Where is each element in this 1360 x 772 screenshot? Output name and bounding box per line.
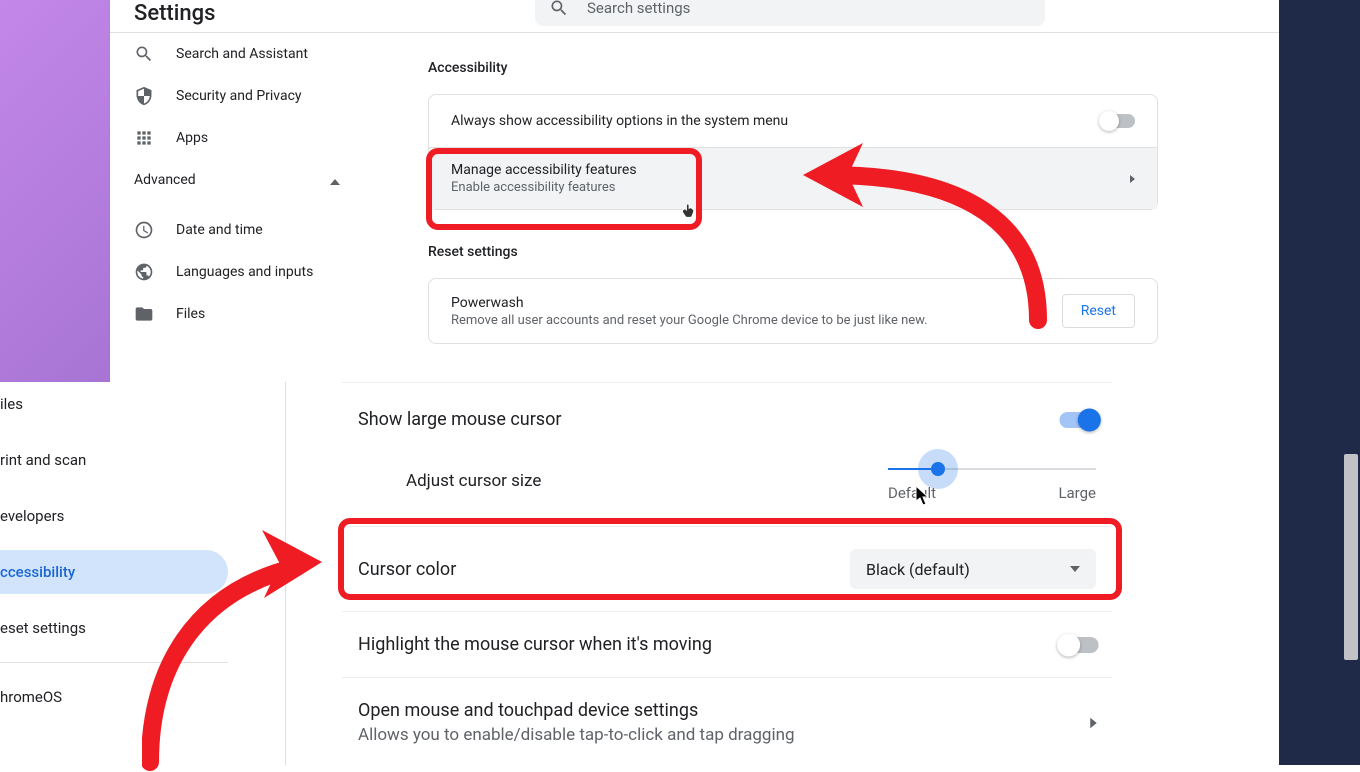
powerwash-row: Powerwash Remove all user accounts and r… bbox=[429, 279, 1157, 343]
globe-icon bbox=[134, 262, 154, 282]
manage-title: Manage accessibility features bbox=[451, 162, 637, 178]
page-title: Settings bbox=[134, 1, 215, 26]
slider-thumb[interactable] bbox=[931, 462, 945, 476]
sidebar-item-apps[interactable]: Apps bbox=[110, 117, 380, 159]
reset-button[interactable]: Reset bbox=[1062, 294, 1135, 328]
hand-cursor-icon bbox=[679, 197, 699, 221]
always-show-label: Always show accessibility options in the… bbox=[451, 113, 788, 129]
sidebar-advanced-toggle[interactable]: Advanced bbox=[110, 159, 380, 201]
sidebar-label: Files bbox=[176, 306, 205, 322]
manage-accessibility-row[interactable]: Manage accessibility features Enable acc… bbox=[429, 147, 1157, 209]
sidebar-item-reset-settings-b[interactable]: eset settings bbox=[0, 606, 228, 650]
open-mouse-title: Open mouse and touchpad device settings bbox=[358, 700, 795, 721]
settings-window-bottom: iles rint and scan evelopers ccessibilit… bbox=[0, 382, 1279, 765]
highlight-row[interactable]: Highlight the mouse cursor when it's mov… bbox=[342, 611, 1112, 677]
sidebar-item-developers[interactable]: evelopers bbox=[0, 494, 228, 538]
sidebar-label: Security and Privacy bbox=[176, 88, 302, 104]
large-cursor-label: Show large mouse cursor bbox=[358, 409, 561, 430]
accessibility-card: Always show accessibility options in the… bbox=[428, 94, 1158, 210]
manage-sub: Enable accessibility features bbox=[451, 180, 637, 195]
adjust-size-label: Adjust cursor size bbox=[406, 471, 541, 491]
folder-icon bbox=[134, 304, 154, 324]
sidebar-item-print-scan[interactable]: rint and scan bbox=[0, 438, 228, 482]
sidebar-item-chromeos[interactable]: hromeOS bbox=[0, 675, 228, 719]
content-bottom: Show large mouse cursor Adjust cursor si… bbox=[342, 382, 1112, 767]
advanced-label: Advanced bbox=[134, 172, 196, 188]
reset-section-title: Reset settings bbox=[428, 244, 1158, 260]
cursor-color-label: Cursor color bbox=[358, 559, 456, 580]
sidebar-bottom: iles rint and scan evelopers ccessibilit… bbox=[0, 382, 228, 719]
open-mouse-sub: Allows you to enable/disable tap-to-clic… bbox=[358, 725, 795, 745]
chevron-up-icon bbox=[330, 175, 340, 185]
search-placeholder: Search settings bbox=[587, 0, 690, 17]
chevron-down-icon bbox=[1070, 566, 1080, 572]
chevron-right-icon bbox=[1130, 175, 1135, 183]
slider-max-label: Large bbox=[1058, 484, 1096, 502]
apps-icon bbox=[134, 128, 154, 148]
sidebar-label: Apps bbox=[176, 130, 208, 146]
sidebar-top: Search and Assistant Security and Privac… bbox=[110, 33, 380, 335]
cursor-color-value: Black (default) bbox=[866, 560, 970, 579]
sidebar-divider bbox=[0, 662, 228, 663]
search-icon bbox=[134, 44, 154, 64]
highlight-toggle[interactable] bbox=[1059, 636, 1098, 652]
sidebar-item-search-assistant[interactable]: Search and Assistant bbox=[110, 33, 380, 75]
powerwash-title: Powerwash bbox=[451, 295, 928, 311]
search-icon bbox=[549, 0, 569, 18]
cursor-color-dropdown[interactable]: Black (default) bbox=[850, 549, 1096, 589]
search-input[interactable]: Search settings bbox=[535, 0, 1045, 26]
vertical-divider bbox=[1043, 293, 1044, 329]
cursor-color-row: Cursor color Black (default) bbox=[342, 526, 1112, 611]
settings-window-top: Settings Search settings Search and Assi… bbox=[110, 0, 1279, 382]
large-cursor-row[interactable]: Show large mouse cursor bbox=[342, 382, 1112, 452]
sidebar-label: Languages and inputs bbox=[176, 264, 313, 280]
accessibility-section-title: Accessibility bbox=[428, 60, 1158, 76]
adjust-size-row: Adjust cursor size Default Large bbox=[342, 452, 1112, 526]
sidebar-label: Date and time bbox=[176, 222, 263, 238]
sidebar-label: Search and Assistant bbox=[176, 46, 308, 62]
reset-card: Powerwash Remove all user accounts and r… bbox=[428, 278, 1158, 344]
always-show-toggle[interactable] bbox=[1101, 114, 1135, 128]
always-show-row[interactable]: Always show accessibility options in the… bbox=[429, 95, 1157, 147]
chevron-right-icon bbox=[1090, 717, 1097, 727]
sidebar-item-files-b[interactable]: iles bbox=[0, 382, 228, 426]
clock-icon bbox=[134, 220, 154, 240]
sidebar-item-accessibility-b[interactable]: ccessibility bbox=[0, 550, 228, 594]
highlight-label: Highlight the mouse cursor when it's mov… bbox=[358, 634, 712, 655]
large-cursor-toggle[interactable] bbox=[1059, 411, 1098, 427]
vertical-line bbox=[285, 382, 286, 765]
shield-icon bbox=[134, 86, 154, 106]
powerwash-sub: Remove all user accounts and reset your … bbox=[451, 313, 928, 328]
background-gradient-left bbox=[0, 0, 120, 382]
sidebar-item-languages-inputs[interactable]: Languages and inputs bbox=[110, 251, 380, 293]
sidebar-item-files[interactable]: Files bbox=[110, 293, 380, 335]
open-mouse-row[interactable]: Open mouse and touchpad device settings … bbox=[342, 677, 1112, 767]
mouse-pointer-icon bbox=[915, 485, 931, 507]
scrollbar-thumb[interactable] bbox=[1344, 454, 1358, 660]
content-top: Accessibility Always show accessibility … bbox=[428, 60, 1158, 378]
sidebar-item-security-privacy[interactable]: Security and Privacy bbox=[110, 75, 380, 117]
sidebar-item-date-time[interactable]: Date and time bbox=[110, 209, 380, 251]
